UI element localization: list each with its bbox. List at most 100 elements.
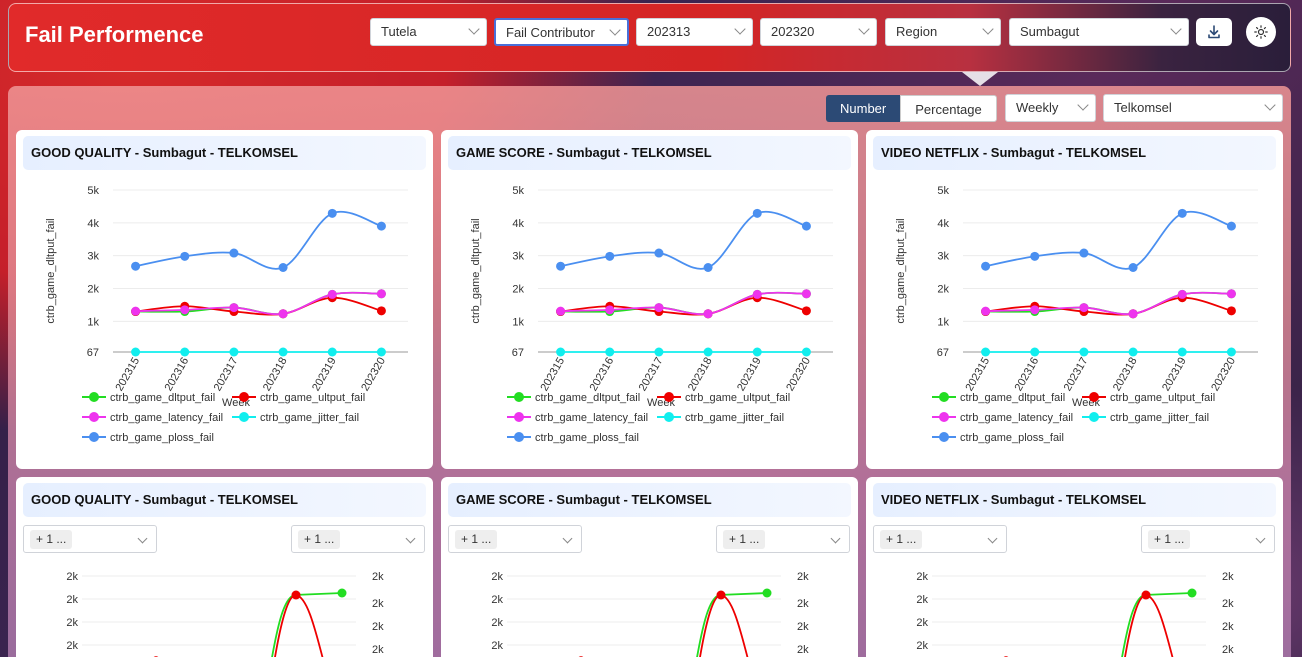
chart-card: VIDEO NETFLIX - Sumbagut - TELKOMSEL + 1… (866, 477, 1283, 657)
data-point (1128, 309, 1138, 319)
data-point (1177, 208, 1187, 218)
x-tick-label: 202318 (1111, 356, 1140, 394)
y-tick-label: 2k (491, 594, 503, 606)
data-point (278, 263, 288, 273)
x-tick-label: 202320 (1209, 356, 1238, 394)
dropdown-pointer (962, 72, 998, 86)
data-point (278, 309, 288, 319)
data-point (981, 347, 991, 357)
metric-select[interactable]: Fail Contributor (494, 18, 629, 46)
y-tick-label: 2k (916, 617, 928, 629)
legend-marker (89, 432, 99, 442)
operator-select[interactable]: Telkomsel (1103, 94, 1283, 122)
data-point (337, 588, 347, 598)
chevron-down-icon (1255, 533, 1266, 544)
right-series-select[interactable]: + 1 ... (1141, 525, 1275, 553)
data-point (703, 347, 713, 357)
series-line (135, 210, 382, 270)
data-point (762, 588, 772, 598)
region-select[interactable]: Sumbagut (1009, 18, 1189, 46)
series-line (560, 210, 807, 270)
start-week-select[interactable]: 202313 (636, 18, 753, 46)
legend-marker (939, 392, 949, 402)
card-title: GOOD QUALITY - Sumbagut - TELKOMSEL (23, 136, 426, 170)
data-point (1030, 305, 1040, 315)
x-tick-label: 202319 (1160, 356, 1189, 394)
region-type-select[interactable]: Region (885, 18, 1001, 46)
right-series-select[interactable]: + 1 ... (291, 525, 425, 553)
y-tick-label: 2k (512, 284, 524, 296)
data-point (1177, 289, 1187, 299)
chevron-down-icon (987, 533, 998, 544)
y-tick-label: 1k (937, 316, 949, 328)
y-axis-label: ctrb_game_dltput_fail (470, 218, 482, 323)
y-tick-label: 1k (87, 316, 99, 328)
left-series-select[interactable]: + 1 ... (448, 525, 582, 553)
data-point (716, 590, 726, 600)
data-point (180, 251, 190, 261)
card-title: GAME SCORE - Sumbagut - TELKOMSEL (448, 483, 851, 517)
selected-tag: + 1 ... (30, 530, 73, 549)
period-select[interactable]: Weekly (1005, 94, 1096, 122)
legend-label: ctrb_game_ploss_fail (110, 432, 214, 444)
card-title: VIDEO NETFLIX - Sumbagut - TELKOMSEL (873, 483, 1276, 517)
x-tick-label: 202318 (686, 356, 715, 394)
legend-label: ctrb_game_ploss_fail (960, 432, 1064, 444)
data-point (131, 261, 141, 271)
chevron-down-icon (1077, 99, 1089, 111)
x-tick-label: 202316 (1013, 356, 1042, 394)
chevron-down-icon (830, 533, 841, 544)
data-point (801, 306, 811, 316)
chevron-down-icon (609, 24, 621, 36)
chevron-down-icon (562, 533, 573, 544)
chart-card: GOOD QUALITY - Sumbagut - TELKOMSEL 67 1k… (16, 130, 433, 469)
legend-label: ctrb_game_latency_fail (535, 412, 648, 424)
page-title: Fail Performence (25, 22, 204, 47)
left-series-select[interactable]: + 1 ... (23, 525, 157, 553)
legend-marker (514, 412, 524, 422)
series-line (985, 210, 1232, 270)
y-tick-label: 1k (512, 316, 524, 328)
data-point (556, 306, 566, 316)
legend-label: ctrb_game_latency_fail (960, 412, 1073, 424)
legend-label: ctrb_game_dltput_fail (535, 392, 640, 404)
legend-label: ctrb_game_dltput_fail (110, 392, 215, 404)
series-line (560, 291, 807, 316)
y-axis-label: ctrb_game_dltput_fail (895, 218, 907, 323)
legend-marker (89, 412, 99, 422)
data-point (229, 347, 239, 357)
y-tick-label: 2k (66, 617, 78, 629)
legend-label: ctrb_game_ultput_fail (260, 392, 365, 404)
data-point (327, 347, 337, 357)
y-tick-label: 2k (66, 640, 78, 652)
y-tick-label: 67 (937, 347, 949, 359)
data-point (703, 263, 713, 273)
y-tick-label: 67 (87, 347, 99, 359)
chevron-down-icon (468, 23, 480, 35)
data-point (376, 221, 386, 231)
data-point (1226, 306, 1236, 316)
percentage-toggle-button[interactable]: Percentage (900, 95, 997, 122)
theme-toggle-button[interactable] (1246, 17, 1276, 47)
x-tick-label: 202316 (588, 356, 617, 394)
end-week-select[interactable]: 202320 (760, 18, 877, 46)
number-toggle-button[interactable]: Number (826, 95, 901, 122)
selected-tag: + 1 ... (723, 530, 766, 549)
legend-marker (89, 392, 99, 402)
data-point (801, 289, 811, 299)
legend-marker (1089, 412, 1099, 422)
x-tick-label: 202315 (113, 356, 142, 394)
right-series-select[interactable]: + 1 ... (716, 525, 850, 553)
data-point (654, 303, 664, 313)
data-point (1226, 221, 1236, 231)
left-series-select[interactable]: + 1 ... (873, 525, 1007, 553)
y-tick-label: 4k (937, 218, 949, 230)
data-point (1030, 347, 1040, 357)
data-point (1079, 347, 1089, 357)
legend-label: ctrb_game_dltput_fail (960, 392, 1065, 404)
data-point (229, 303, 239, 313)
chevron-down-icon (405, 533, 416, 544)
y-tick-label: 3k (937, 251, 949, 263)
download-button[interactable] (1196, 18, 1232, 46)
source-select[interactable]: Tutela (370, 18, 487, 46)
